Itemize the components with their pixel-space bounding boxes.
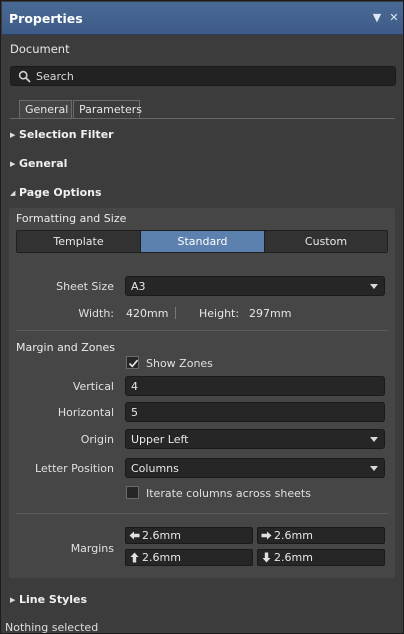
section-page-options[interactable]: ◢ Page Options [10,186,102,202]
search-box[interactable] [10,66,396,86]
section-divider [16,330,388,331]
checkmark-icon [128,359,139,368]
horizontal-input[interactable] [131,404,379,420]
arrow-down-icon [262,552,271,563]
iterate-columns-checkbox[interactable] [126,486,139,499]
vertical-field[interactable] [125,376,385,396]
margin-bottom-input[interactable] [274,550,374,565]
margin-right-input[interactable] [274,528,374,543]
chevron-down-icon [370,437,378,442]
show-zones-label: Show Zones [146,357,213,370]
section-label: Selection Filter [19,128,114,141]
show-zones-checkbox[interactable] [126,356,139,369]
margin-left-input[interactable] [142,528,242,543]
horizontal-label: Horizontal [57,406,114,419]
arrow-right-icon [261,531,272,540]
sheet-size-dropdown[interactable]: A3 [125,276,385,296]
vertical-label: Vertical [72,380,114,393]
formatting-header: Formatting and Size [16,212,127,225]
arrow-left-icon [129,531,140,540]
arrow-up-icon [130,552,139,563]
search-icon [18,70,31,83]
section-label: General [19,157,68,170]
size-mode-segmented: Template Standard Custom [16,230,388,253]
vertical-input[interactable] [131,378,379,394]
collapse-arrow-icon: ◢ [10,189,16,197]
section-selection-filter[interactable]: ▶ Selection Filter [10,128,114,144]
margin-bottom-field[interactable] [257,549,385,566]
margin-left-field[interactable] [125,527,253,544]
pin-menu-icon[interactable]: ▼ [370,11,384,25]
origin-label: Origin [80,433,114,446]
iterate-columns-label: Iterate columns across sheets [146,487,311,500]
section-label: Line Styles [19,593,88,606]
margin-zones-header: Margin and Zones [16,341,115,354]
width-value: 420mm [126,307,169,320]
properties-panel: Properties ▼ ✕ Document General Paramete… [0,0,404,634]
search-input[interactable] [36,68,386,85]
margin-top-field[interactable] [125,549,253,566]
height-value: 297mm [249,307,292,320]
letter-position-label: Letter Position [35,462,114,475]
status-bar-text: Nothing selected [5,621,99,634]
origin-value: Upper Left [131,433,189,446]
origin-dropdown[interactable]: Upper Left [125,429,385,449]
chevron-down-icon [370,284,378,289]
expand-arrow-icon: ▶ [10,596,16,604]
tab-parameters[interactable]: Parameters [73,100,142,119]
chevron-down-icon [370,466,378,471]
horizontal-field[interactable] [125,402,385,422]
expand-arrow-icon: ▶ [10,131,16,139]
mode-standard-button[interactable]: Standard [141,231,264,252]
section-label: Page Options [19,186,102,199]
panel-titlebar: Properties ▼ ✕ [2,2,403,35]
panel-title: Properties [9,11,83,26]
mode-template-button[interactable]: Template [17,231,140,252]
letter-position-value: Columns [131,462,179,475]
margin-right-field[interactable] [257,527,385,544]
section-divider [16,513,388,514]
close-icon[interactable]: ✕ [387,11,401,25]
width-height-separator [175,307,176,319]
margin-top-input[interactable] [142,550,242,565]
letter-position-dropdown[interactable]: Columns [125,458,385,478]
height-label: Height: [199,307,240,320]
tabs-divider [10,118,395,119]
expand-arrow-icon: ▶ [10,160,16,168]
section-general[interactable]: ▶ General [10,157,67,173]
width-label: Width: [78,307,114,320]
document-label: Document [10,42,70,56]
sheet-size-label: Sheet Size [56,280,114,293]
margins-label: Margins [70,542,114,555]
mode-custom-button[interactable]: Custom [265,231,387,252]
sheet-size-value: A3 [131,280,146,293]
tab-general[interactable]: General [19,100,72,119]
section-line-styles[interactable]: ▶ Line Styles [10,593,87,609]
